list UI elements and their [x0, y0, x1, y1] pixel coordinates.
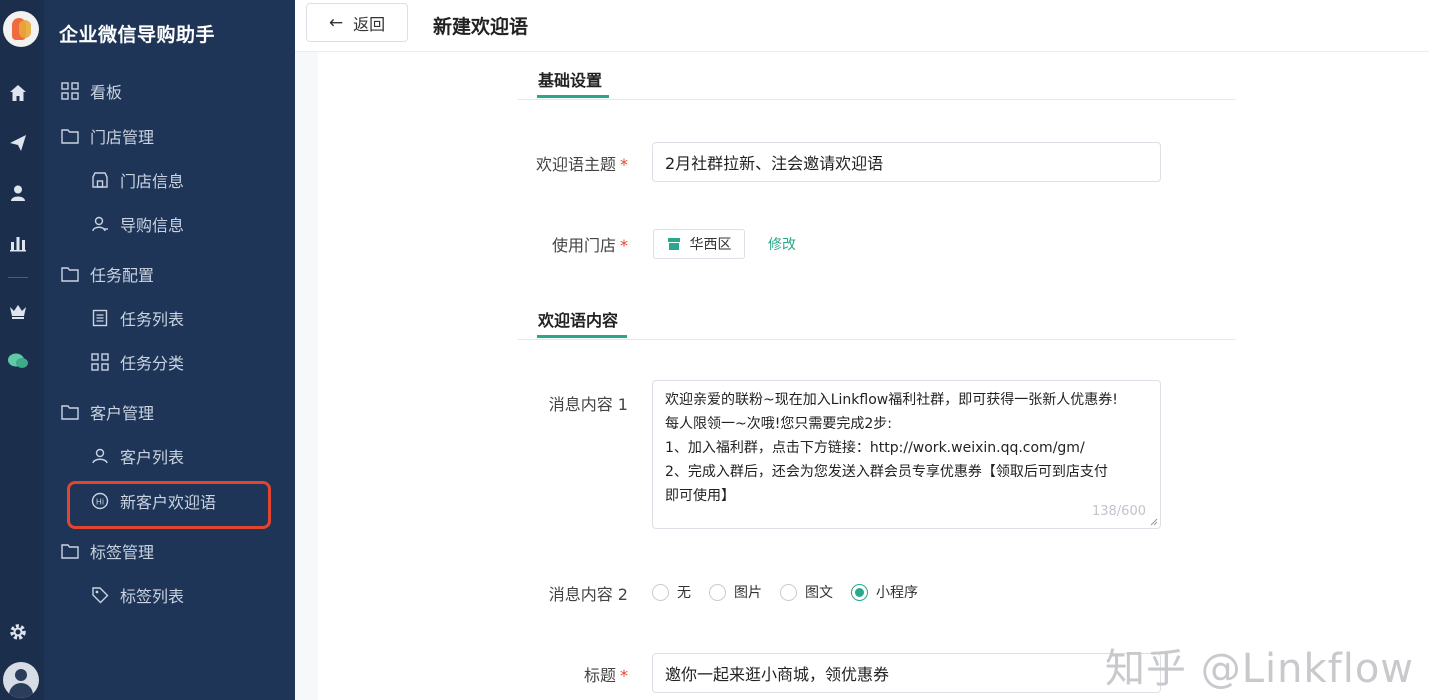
edit-store-link[interactable]: 修改	[768, 234, 796, 254]
menu-item-label: 标签列表	[120, 587, 185, 606]
menu-item-customer-list[interactable]: 客户列表	[90, 444, 184, 468]
menu-group-label: 标签管理	[90, 543, 155, 562]
radio-label: 小程序	[876, 585, 918, 601]
menu-item-label: 看板	[90, 83, 123, 102]
msg1-line: 1、加入福利群，点击下方链接：http://work.weixin.qq.com…	[665, 440, 1085, 456]
section-divider	[518, 99, 1236, 100]
msg1-line: 2、完成入群后，还会为您发送入群会员专享优惠券【领取后可到店支付	[665, 464, 1108, 480]
menu-item-tag-list[interactable]: 标签列表	[90, 583, 184, 607]
radio-dot	[709, 583, 726, 601]
msg1-line: 即可使用】	[665, 488, 735, 504]
form-content: 基础设置 欢迎语主题 * 2月社群拉新、注会邀请欢迎语 使用门店 * 华西区 修改 …	[318, 52, 1429, 700]
watermark: 知乎 @Linkflow	[1105, 646, 1415, 692]
radio-none[interactable]: 无	[652, 582, 691, 602]
radio-miniprogram[interactable]: 小程序	[851, 582, 918, 602]
section-basic-underline	[537, 95, 609, 98]
bar-chart-icon[interactable]	[6, 231, 30, 255]
msg1-line: 欢迎亲爱的联粉~现在加入Linkflow福利社群，即可获得一张新人优惠券!	[665, 392, 1118, 408]
radio-label: 图片	[734, 585, 762, 601]
menu-item-task-list[interactable]: 任务列表	[90, 306, 184, 330]
radio-dot	[652, 583, 669, 601]
menu-group-tag-mgmt[interactable]: 标签管理	[60, 539, 154, 563]
store-icon	[90, 170, 110, 190]
page-header: ← 返回 新建欢迎语	[295, 0, 1429, 52]
theme-label: 欢迎语主题 *	[535, 155, 628, 174]
title-label: 标题 *	[583, 666, 628, 685]
app-title: 企业微信导购助手	[59, 24, 216, 46]
section-basic-title: 基础设置	[538, 71, 603, 90]
resize-handle-icon[interactable]	[1150, 518, 1158, 526]
store-icon	[667, 238, 681, 250]
msg1-label: 消息内容 1	[548, 395, 628, 414]
chat-icon[interactable]	[6, 349, 30, 373]
radio-label: 无	[677, 585, 691, 601]
radio-image[interactable]: 图片	[709, 582, 762, 602]
menu-item-dashboard[interactable]: 看板	[60, 79, 122, 103]
send-icon[interactable]	[6, 131, 30, 155]
msg1-line: 每人限领一~次哦!您只需要完成2步:	[665, 416, 892, 432]
folder-icon	[60, 402, 80, 422]
store-label: 使用门店 *	[551, 236, 628, 255]
arrow-left-icon: ←	[328, 12, 344, 33]
menu-group-label: 客户管理	[90, 404, 155, 423]
menu-item-store-info[interactable]: 门店信息	[90, 168, 184, 192]
title-input[interactable]: 邀你一起来逛小商城，领优惠券	[652, 653, 1161, 693]
person-icon	[90, 214, 110, 234]
sidebar-menu: 企业微信导购助手 看板 门店管理 门店信息 导购信息 任务配置 任务列表 任务分…	[44, 0, 295, 700]
menu-group-task-config[interactable]: 任务配置	[60, 262, 154, 286]
settings-icon[interactable]	[6, 620, 30, 644]
crown-icon[interactable]	[6, 299, 30, 323]
msg1-textarea[interactable]: 欢迎亲爱的联粉~现在加入Linkflow福利社群，即可获得一张新人优惠券! 每人…	[652, 380, 1161, 529]
menu-group-customer-mgmt[interactable]: 客户管理	[60, 400, 154, 424]
grid-icon	[90, 352, 110, 372]
icon-rail	[0, 0, 44, 700]
back-button-label: 返回	[353, 14, 386, 34]
back-button[interactable]: ← 返回	[306, 3, 408, 42]
page-title: 新建欢迎语	[433, 16, 529, 38]
menu-item-label: 任务分类	[120, 354, 185, 373]
tag-icon	[90, 585, 110, 605]
user-avatar[interactable]	[3, 662, 39, 698]
grid-icon	[60, 81, 80, 101]
section-content-title: 欢迎语内容	[538, 311, 619, 330]
menu-group-label: 门店管理	[90, 128, 155, 147]
folder-icon	[60, 126, 80, 146]
radio-label: 图文	[805, 585, 833, 601]
rail-divider	[8, 277, 28, 278]
msg2-label: 消息内容 2	[548, 585, 628, 604]
menu-item-guide-info[interactable]: 导购信息	[90, 212, 184, 236]
section-content-underline	[537, 335, 627, 338]
folder-icon	[60, 264, 80, 284]
menu-item-label: 导购信息	[120, 216, 185, 235]
app-logo[interactable]	[3, 11, 39, 47]
theme-input[interactable]: 2月社群拉新、注会邀请欢迎语	[652, 142, 1161, 182]
highlight-annotation	[67, 481, 271, 529]
section-divider	[518, 339, 1236, 340]
menu-group-label: 任务配置	[90, 266, 155, 285]
radio-dot	[851, 583, 868, 601]
home-icon[interactable]	[6, 81, 30, 105]
menu-item-task-category[interactable]: 任务分类	[90, 350, 184, 374]
store-tag[interactable]: 华西区	[653, 229, 745, 259]
store-tag-label: 华西区	[689, 237, 732, 253]
radio-dot	[780, 583, 797, 601]
folder-icon	[60, 541, 80, 561]
list-icon	[90, 308, 110, 328]
menu-item-label: 任务列表	[120, 310, 185, 329]
menu-item-label: 客户列表	[120, 448, 185, 467]
menu-item-label: 门店信息	[120, 172, 185, 191]
msg2-radio-group: 无 图片 图文 小程序	[652, 582, 936, 602]
radio-article[interactable]: 图文	[780, 582, 833, 602]
menu-group-store-mgmt[interactable]: 门店管理	[60, 124, 154, 148]
char-counter: 138/600	[1091, 504, 1146, 519]
customer-icon	[90, 446, 110, 466]
user-icon[interactable]	[6, 181, 30, 205]
